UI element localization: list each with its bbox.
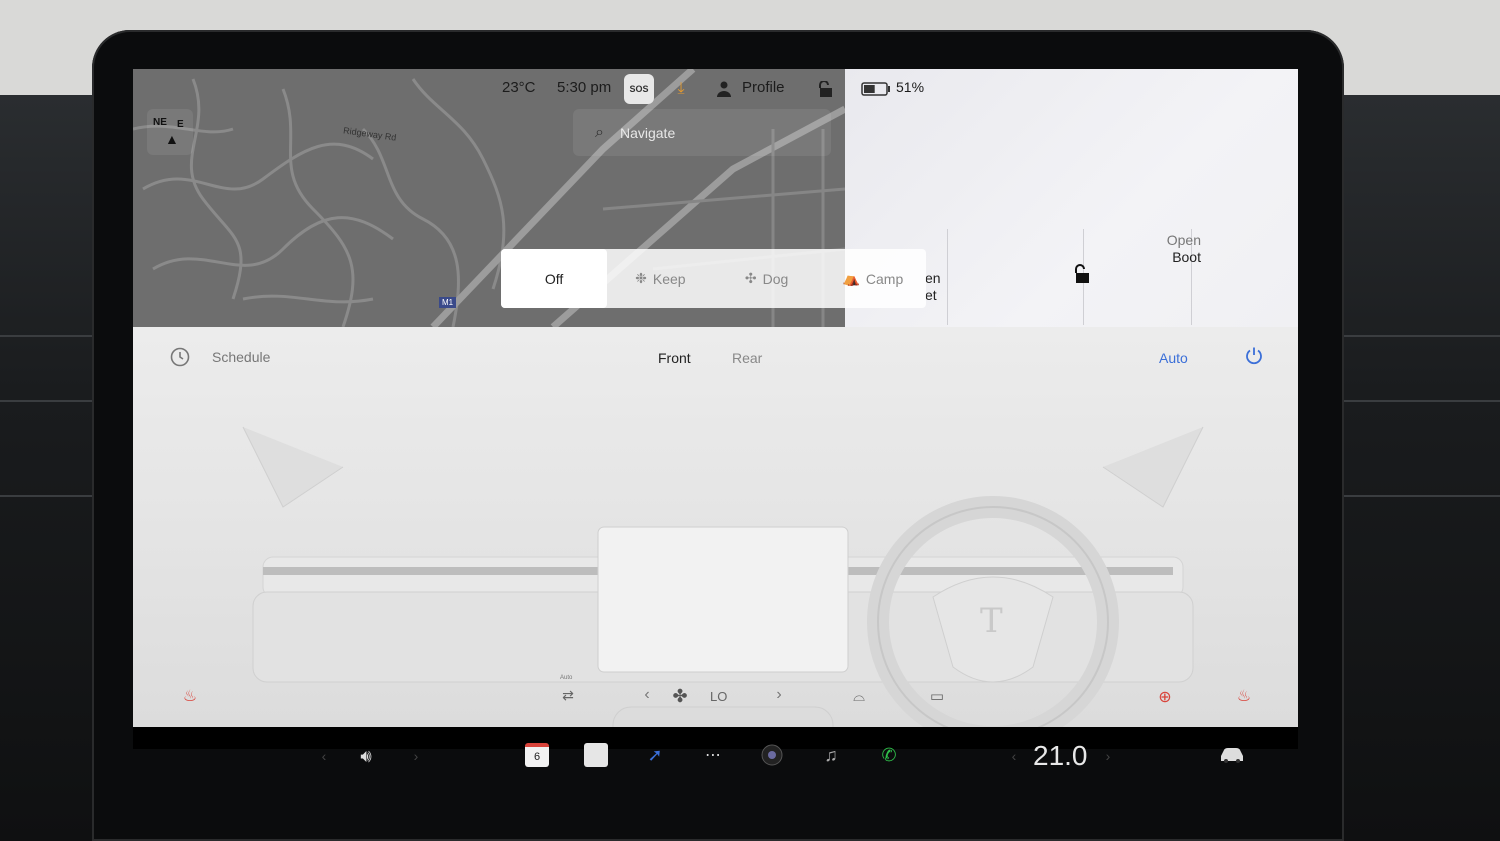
volume-left-chevron-icon[interactable]: ‹: [317, 746, 331, 766]
more-apps-icon[interactable]: ⋯: [701, 743, 725, 767]
calendar-icon[interactable]: 6: [525, 743, 549, 767]
power-icon[interactable]: [1243, 345, 1265, 367]
passenger-seat-heater-icon[interactable]: ♨: [1231, 683, 1257, 709]
temp-up-chevron-icon[interactable]: ›: [1101, 746, 1115, 766]
auto-small-label: Auto: [560, 675, 573, 681]
phone-icon[interactable]: ✆: [877, 743, 901, 767]
music-icon[interactable]: ♫: [819, 743, 843, 767]
climate-panel: Schedule Front Rear Auto T ♨ Auto ⇄ ‹ ✤ …: [133, 327, 1298, 727]
car-interior-illustration: T: [242, 426, 1204, 727]
steering-wheel-heater-icon[interactable]: ⊕: [1153, 685, 1177, 709]
profile-icon[interactable]: [715, 79, 733, 99]
search-icon: ⌕: [595, 123, 604, 141]
boot-label-line1: Open: [1166, 232, 1201, 248]
notes-icon[interactable]: [584, 743, 608, 767]
frunk-label-line1: en: [925, 270, 941, 286]
auto-button[interactable]: Auto: [1159, 350, 1188, 366]
chevron-right-icon[interactable]: ›: [771, 685, 787, 705]
volume-icon[interactable]: 🔊︎: [353, 744, 379, 768]
battery-percent: 51%: [896, 79, 925, 95]
mode-keep-label: Keep: [652, 270, 686, 287]
navigation-arrow-icon[interactable]: ➚: [643, 743, 667, 767]
fan-speed-icon: ✤: [672, 685, 688, 706]
mode-dog-label: Dog: [762, 270, 789, 287]
compass-e-label: E: [177, 119, 184, 130]
mode-off-label: Off: [544, 270, 564, 287]
tab-front[interactable]: Front: [658, 350, 691, 366]
volume-right-chevron-icon[interactable]: ›: [409, 746, 423, 766]
road-badge: M1: [439, 297, 457, 308]
recirculate-icon[interactable]: ⇄: [557, 685, 579, 705]
schedule-button[interactable]: Schedule: [212, 349, 270, 365]
open-boot-button[interactable]: Open Boot: [1145, 232, 1201, 266]
battery-icon: [861, 82, 891, 96]
mode-camp[interactable]: ⛺ Camp: [820, 249, 926, 308]
north-arrow-icon: ▲: [165, 131, 179, 147]
compass-button[interactable]: NE E ▲: [147, 109, 193, 155]
chevron-left-icon[interactable]: ‹: [639, 685, 655, 705]
navigate-search[interactable]: ⌕ Navigate: [573, 109, 831, 156]
navigate-placeholder: Navigate: [619, 124, 676, 141]
clock-icon[interactable]: [169, 346, 191, 368]
lock-status-icon[interactable]: [817, 79, 835, 99]
mode-keep[interactable]: ❉ Keep: [607, 249, 713, 308]
tab-rear[interactable]: Rear: [732, 350, 762, 366]
mode-camp-label: Camp: [865, 270, 904, 287]
sos-label: SOS: [629, 84, 649, 94]
clock: 5:30 pm: [557, 79, 612, 96]
compass-ne-label: NE: [153, 117, 167, 128]
frunk-button[interactable]: en et: [925, 270, 941, 304]
tent-icon: ⛺: [842, 270, 860, 286]
mode-dog[interactable]: ✣ Dog: [714, 249, 820, 308]
rear-defrost-icon[interactable]: ▭: [925, 685, 949, 707]
divider: [947, 229, 948, 325]
boot-label-line2: Boot: [1172, 249, 1201, 265]
front-defrost-icon[interactable]: ⌓: [847, 685, 871, 707]
fan-icon: ❉: [635, 270, 647, 286]
sos-button[interactable]: SOS: [624, 74, 654, 104]
touchscreen: NE E ▲ Ridgeway Rd M1 ⌕ Navigate en et O…: [133, 69, 1298, 749]
paw-icon: ✣: [744, 270, 757, 286]
outside-temperature: 23°C: [502, 79, 536, 96]
svg-text:T: T: [980, 601, 1003, 641]
temp-down-chevron-icon[interactable]: ‹: [1007, 746, 1021, 766]
cabin-temperature: 21.0: [1033, 740, 1088, 771]
car-icon[interactable]: [1217, 743, 1247, 767]
driver-seat-heater-icon[interactable]: ♨: [177, 683, 203, 709]
frunk-label-line2: et: [925, 287, 937, 303]
unlock-icon[interactable]: [1071, 262, 1095, 286]
fan-speed-value: LO: [710, 689, 728, 704]
mode-off[interactable]: Off: [501, 249, 608, 308]
profile-button[interactable]: Profile: [742, 79, 785, 96]
calendar-day: 6: [533, 751, 541, 763]
taskbar: ‹ 🔊︎ › 6 ➚ ⋯ ♫ ✆ ‹ 21.0 ›: [133, 740, 1298, 841]
download-icon[interactable]: ⤓: [671, 79, 691, 99]
climate-mode-selector: Off ❉ Keep ✣ Dog ⛺ Camp: [501, 249, 926, 308]
camera-icon[interactable]: [760, 743, 784, 767]
